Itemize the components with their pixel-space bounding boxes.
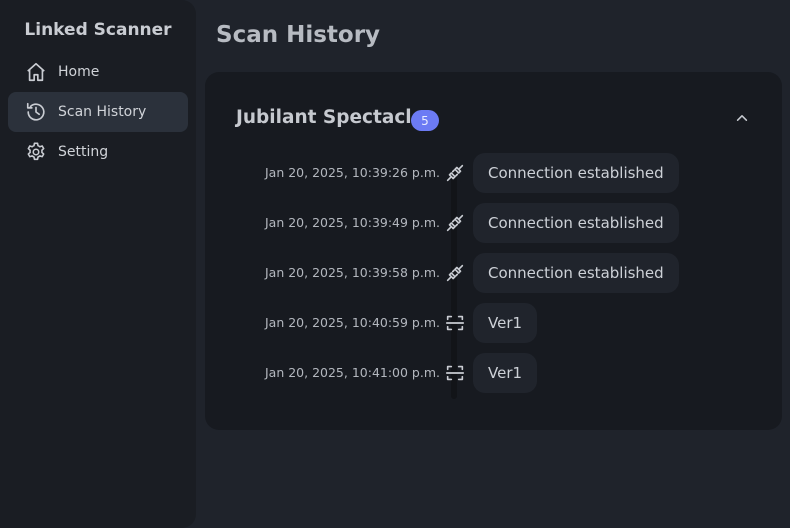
entry-message: Ver1: [473, 303, 538, 343]
timeline-entry: Jan 20, 2025, 10:41:00 p.m. Ver1: [205, 353, 782, 393]
plug-icon: [443, 261, 467, 285]
scan-icon: [443, 311, 467, 335]
entry-timestamp: Jan 20, 2025, 10:41:00 p.m.: [264, 365, 440, 380]
plug-icon: [443, 211, 467, 235]
entry-timestamp: Jan 20, 2025, 10:39:58 p.m.: [264, 265, 440, 280]
app-window: Linked Scanner Home Scan History Setting…: [0, 0, 790, 528]
plug-icon: [443, 161, 467, 185]
count-badge: 5: [411, 110, 439, 131]
timeline-entry: Jan 20, 2025, 10:39:26 p.m. Connection e…: [205, 153, 782, 193]
entry-timestamp: Jan 20, 2025, 10:39:26 p.m.: [264, 165, 440, 180]
app-brand: Linked Scanner: [24, 20, 172, 40]
sidebar: Linked Scanner Home Scan History Setting: [0, 0, 196, 528]
history-icon: [24, 100, 48, 124]
history-group-card: Jubilant Spectacle 5 Jan 20, 2025, 10:39…: [205, 72, 782, 430]
home-icon: [24, 60, 48, 84]
page-title: Scan History: [216, 22, 381, 48]
timeline-entry: Jan 20, 2025, 10:39:49 p.m. Connection e…: [205, 203, 782, 243]
sidebar-item-home[interactable]: Home: [8, 52, 188, 92]
collapse-button[interactable]: [733, 109, 751, 127]
sidebar-item-scan-history[interactable]: Scan History: [8, 92, 188, 132]
scan-icon: [443, 361, 467, 385]
sidebar-item-label: Scan History: [58, 104, 147, 120]
chevron-up-icon: [736, 115, 748, 121]
entry-message: Connection established: [473, 253, 679, 293]
entry-message: Ver1: [473, 353, 538, 393]
entry-message: Connection established: [473, 203, 679, 243]
group-title: Jubilant Spectacle: [236, 107, 425, 128]
sidebar-item-label: Setting: [58, 144, 109, 160]
sidebar-item-label: Home: [58, 64, 100, 80]
sidebar-item-setting[interactable]: Setting: [8, 132, 188, 172]
gear-icon: [24, 140, 48, 164]
timeline-entry: Jan 20, 2025, 10:39:58 p.m. Connection e…: [205, 253, 782, 293]
timeline-entry: Jan 20, 2025, 10:40:59 p.m. Ver1: [205, 303, 782, 343]
entry-message: Connection established: [473, 153, 679, 193]
entry-timestamp: Jan 20, 2025, 10:39:49 p.m.: [264, 215, 440, 230]
entry-timestamp: Jan 20, 2025, 10:40:59 p.m.: [264, 315, 440, 330]
